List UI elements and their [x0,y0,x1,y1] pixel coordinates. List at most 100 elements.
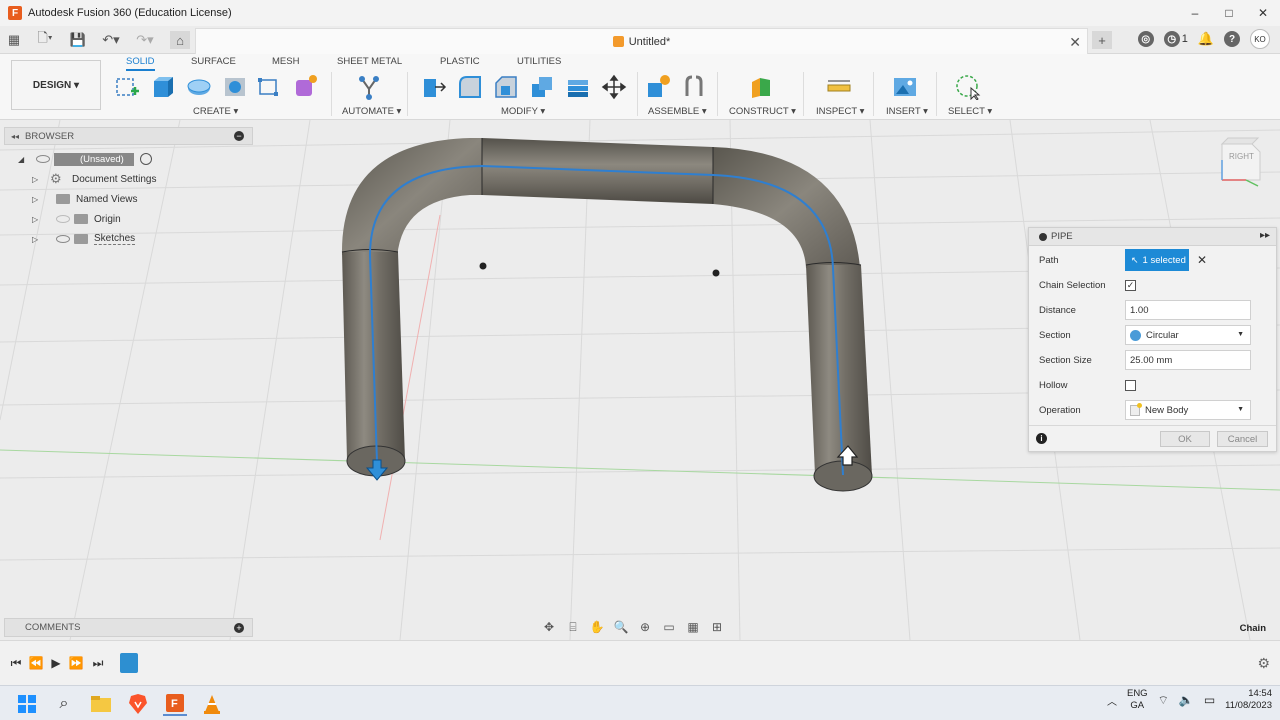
section-size-input[interactable]: 25.00 mm [1125,350,1251,370]
minimize-browser-icon[interactable]: − [234,131,244,141]
form-icon[interactable] [292,74,318,100]
extensions-icon[interactable]: ◎ [1137,31,1154,47]
press-pull-icon[interactable] [421,74,447,100]
language-indicator[interactable]: ENG GA [1127,688,1148,713]
pipe-dialog-header[interactable]: PIPE ▸▸ [1029,228,1276,246]
automate-group-label[interactable]: AUTOMATE ▾ [342,106,401,117]
timeline-settings-gear-icon[interactable]: ⚙ [1257,655,1270,672]
modify-group-label[interactable]: MODIFY ▾ [501,106,545,117]
distance-input[interactable]: 1.00 [1125,300,1251,320]
close-window-button[interactable]: ✕ [1246,0,1280,26]
browser-header[interactable]: ◂◂ BROWSER − [4,127,253,145]
expand-arrow-icon[interactable]: ▷ [32,235,42,244]
collapse-browser-icon[interactable]: ◂◂ [11,132,19,141]
browser-item-origin[interactable]: ▷ Origin [32,210,121,228]
operation-dropdown[interactable]: New Body ▼ [1125,400,1251,420]
orbit-icon[interactable]: ✥ [540,619,558,635]
save-icon[interactable]: 💾 [70,31,86,49]
tab-utilities[interactable]: UTILITIES [517,56,561,67]
step-back-icon[interactable]: ⏪ [28,655,44,671]
view-cube[interactable]: RIGHT [1220,137,1261,187]
app-grid-icon[interactable]: ▦ [6,31,22,49]
tab-surface[interactable]: SURFACE [191,56,236,67]
insert-image-icon[interactable] [892,74,918,100]
visibility-eye-icon[interactable] [56,235,70,243]
tab-solid[interactable]: SOLID [126,56,155,71]
add-comment-icon[interactable]: + [234,623,244,633]
extrude-icon[interactable] [150,74,176,100]
assemble-group-label[interactable]: ASSEMBLE ▾ [648,106,707,117]
hidden-eye-icon[interactable] [56,215,70,223]
maximize-button[interactable]: □ [1212,0,1246,26]
speaker-icon[interactable]: 🔈 [1179,693,1194,707]
vlc-icon[interactable] [200,692,224,716]
insert-group-label[interactable]: INSERT ▾ [886,106,928,117]
browser-item-sketches[interactable]: ▷ Sketches [32,230,136,248]
viewports-icon[interactable]: ⊞ [708,619,726,635]
chevron-up-icon[interactable]: ︿ [1107,693,1117,708]
joint-icon[interactable] [681,74,707,100]
minimize-button[interactable]: – [1178,0,1212,26]
browser-item-named-views[interactable]: ▷ Named Views [32,190,138,208]
timeline-sketch-feature[interactable] [120,653,138,673]
zoom-icon[interactable]: 🔍 [612,619,630,635]
pan-hand-icon[interactable]: ✋ [588,619,606,635]
fillet-icon[interactable] [457,74,483,100]
display-settings-icon[interactable]: ▭ [660,619,678,635]
home-icon[interactable]: ⌂ [170,31,190,49]
chain-selection-checkbox[interactable]: ✓ [1125,279,1136,291]
select-group-label[interactable]: SELECT ▾ [948,106,992,117]
collapse-arrow-icon[interactable]: ◢ [18,155,28,164]
fit-zoom-icon[interactable]: ⊕ [636,619,654,635]
automate-icon[interactable] [356,74,382,100]
ok-button[interactable]: OK [1160,431,1210,447]
play-icon[interactable]: ▶ [48,655,64,671]
cancel-button[interactable]: Cancel [1217,431,1268,447]
move-copy-icon[interactable] [601,74,627,100]
user-avatar[interactable]: KO [1250,29,1270,49]
clock[interactable]: 14:54 11/08/2023 [1225,688,1272,713]
expand-arrow-icon[interactable]: ▷ [32,195,42,204]
clear-selection-icon[interactable]: ✕ [1197,253,1207,267]
combine-icon[interactable] [565,74,591,100]
revolve-icon[interactable] [186,74,212,100]
sketch-point[interactable] [712,269,720,277]
step-forward-icon[interactable]: ⏩ [68,655,84,671]
battery-icon[interactable]: ▭ [1204,693,1215,707]
shell-icon[interactable] [529,74,555,100]
offset-plane-icon[interactable] [748,74,774,100]
fusion-taskbar-icon[interactable]: F [163,692,187,716]
grid-settings-icon[interactable]: ▦ [684,619,702,635]
tab-untitled[interactable]: Untitled* ✕ [195,28,1088,54]
browser-item-document-settings[interactable]: ▷ ⚙ Document Settings [32,170,157,188]
notifications-bell-icon[interactable]: 🔔 [1198,31,1214,47]
activate-radio-icon[interactable] [139,153,152,165]
help-icon[interactable]: ? [1224,31,1240,47]
windows-start-icon[interactable] [15,692,39,716]
create-sketch-icon[interactable] [114,74,140,100]
wifi-icon[interactable]: ⌔ [1158,693,1169,708]
browser-item-root[interactable]: ◢ (Unsaved) [18,150,152,168]
look-at-icon[interactable]: ⌸ [564,619,582,635]
path-selection-button[interactable]: ↖ 1 selected [1125,249,1189,271]
undo-icon[interactable]: ↶▾ [98,31,124,49]
expand-arrow-icon[interactable]: ▷ [32,215,42,224]
job-status[interactable]: ◷ 1 [1163,31,1188,47]
visibility-eye-icon[interactable] [36,155,50,163]
construct-group-label[interactable]: CONSTRUCT ▾ [729,106,796,117]
new-component-icon[interactable] [645,74,671,100]
section-dropdown[interactable]: Circular ▼ [1125,325,1251,345]
chamfer-icon[interactable] [493,74,519,100]
workspace-switcher[interactable]: DESIGN ▾ [11,60,101,110]
dialog-minimize-icon[interactable] [1039,232,1047,241]
measure-icon[interactable] [826,74,852,100]
hole-icon[interactable] [222,74,248,100]
file-explorer-icon[interactable] [89,692,113,716]
hollow-checkbox[interactable] [1125,379,1136,391]
file-menu-icon[interactable]: 🗋▾ [32,30,58,49]
sketch-point[interactable] [479,262,487,270]
tab-mesh[interactable]: MESH [272,56,299,67]
info-icon[interactable]: i [1036,433,1047,444]
inspect-group-label[interactable]: INSPECT ▾ [816,106,864,117]
close-tab-icon[interactable]: ✕ [1069,34,1081,51]
